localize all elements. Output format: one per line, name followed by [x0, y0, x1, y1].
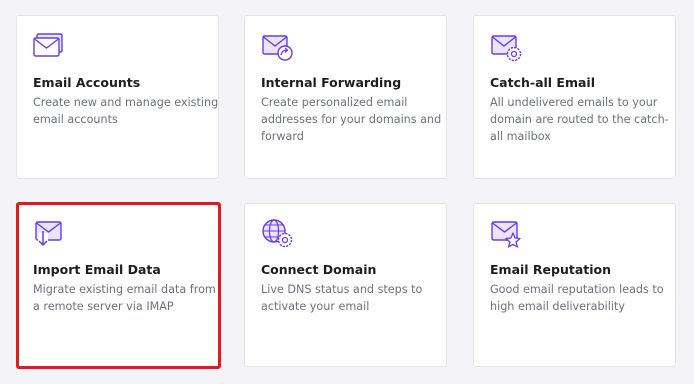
- card-title: Import Email Data: [33, 262, 161, 277]
- internal-forwarding-card[interactable]: Internal Forwarding Create personalized …: [244, 15, 447, 179]
- globe-gear-icon: [262, 219, 293, 248]
- card-description: Good email reputation leads to high emai…: [490, 283, 664, 313]
- connect-domain-card[interactable]: Connect Domain Live DNS status and steps…: [244, 203, 447, 367]
- card-title: Email Accounts: [33, 75, 141, 90]
- email-tools-grid: Email Accounts Create new and manage exi…: [0, 0, 694, 384]
- card-description: Migrate existing email data from a remot…: [33, 283, 216, 313]
- envelopes-icon: [33, 33, 63, 57]
- import-email-data-card[interactable]: Import Email Data Migrate existing email…: [16, 202, 221, 369]
- card-description: All undelivered emails to your domain ar…: [490, 96, 669, 143]
- envelope-star-icon: [491, 221, 521, 248]
- email-reputation-card[interactable]: Email Reputation Good email reputation l…: [473, 203, 676, 367]
- card-description: Create new and manage existing email acc…: [33, 96, 219, 126]
- envelope-gear-icon: [491, 35, 522, 62]
- card-title: Email Reputation: [490, 262, 612, 277]
- catch-all-email-card[interactable]: Catch-all Email All undelivered emails t…: [473, 15, 676, 179]
- envelope-import-icon: [35, 221, 62, 247]
- card-title: Connect Domain: [261, 262, 377, 277]
- card-description: Live DNS status and steps to activate yo…: [261, 283, 423, 313]
- email-accounts-card[interactable]: Email Accounts Create new and manage exi…: [16, 15, 219, 179]
- envelope-forward-icon: [262, 35, 293, 61]
- card-description: Create personalized email addresses for …: [261, 96, 442, 143]
- card-title: Internal Forwarding: [261, 75, 402, 90]
- card-title: Catch-all Email: [490, 75, 596, 90]
